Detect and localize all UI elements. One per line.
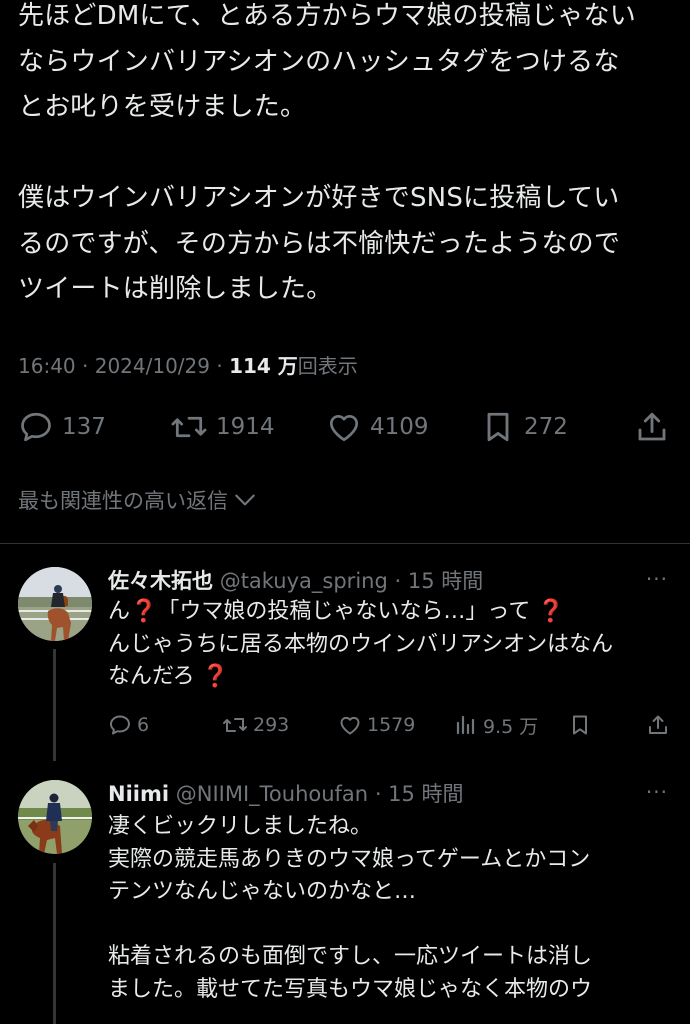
tweet-line xyxy=(18,131,678,177)
display-name[interactable]: 佐々木拓也 xyxy=(108,569,213,593)
reply-line: テンツなんじゃないのかなと… xyxy=(108,879,417,904)
display-name[interactable]: Niimi xyxy=(108,782,169,806)
bookmark-button[interactable] xyxy=(568,710,592,740)
thread-line xyxy=(53,649,56,761)
red-question-mark-emoji: ❓ xyxy=(201,664,230,689)
view-count-label: 回表示 xyxy=(297,354,358,378)
share-icon xyxy=(649,715,667,734)
meta-separator: · xyxy=(216,354,223,378)
like-button[interactable]: 1579 xyxy=(338,710,415,740)
reply-icon xyxy=(110,715,130,735)
view-count: 9.5 万 xyxy=(483,715,539,738)
more-options-icon[interactable]: ··· xyxy=(646,567,668,591)
reply-line: なんだろ ❓ xyxy=(108,661,678,694)
share-button[interactable] xyxy=(646,710,670,740)
reply-line xyxy=(108,909,678,942)
reply-text-segment: なんだろ xyxy=(108,664,195,689)
tweet-line: ツイートは削除しました。 xyxy=(18,274,333,304)
avatar[interactable] xyxy=(18,567,92,641)
reply-actions: 6 293 1579 9.5 万 xyxy=(0,710,690,740)
meta-separator: · xyxy=(82,354,89,378)
repost-button[interactable]: 293 xyxy=(222,710,289,740)
section-divider xyxy=(0,543,690,544)
reply-sort-selector[interactable]: 最も関連性の高い返信 xyxy=(18,485,258,515)
view-count[interactable]: 114 万 xyxy=(229,354,298,378)
reply-line: ん❓「ウマ娘の投稿じゃないなら…」って ❓ xyxy=(108,596,678,629)
reply-line: ました。載せてた写真もウマ娘じゃなく本物のウ xyxy=(108,976,593,1002)
like-count: 4109 xyxy=(370,414,429,440)
reply-button[interactable]: 137 xyxy=(18,405,106,449)
repost-count: 293 xyxy=(253,714,290,736)
tweet-text: 先ほどDMにて、とある方からウマ娘の投稿じゃない ならウインバリアシオンのハッシ… xyxy=(18,0,678,313)
user-handle[interactable]: @takuya_spring xyxy=(220,569,388,593)
reply-text: 凄くビックリしましたね。 実際の競走馬ありきのウマ娘ってゲームとかコン テンツな… xyxy=(108,811,678,1006)
thread-line xyxy=(53,863,56,1024)
reply-text-segment: 「ウマ娘の投稿じゃないなら…」って xyxy=(157,599,531,624)
like-count: 1579 xyxy=(367,714,416,736)
more-options-icon[interactable]: ··· xyxy=(646,780,668,804)
tweet-line: 先ほどDMにて、とある方からウマ娘の投稿じゃない xyxy=(18,1,636,31)
reply-text: ん❓「ウマ娘の投稿じゃないなら…」って ❓ んじゃうちに居る本物のウインバリアシ… xyxy=(108,596,678,694)
tweet-line: 僕はウインバリアシオンが好きでSNSに投稿してい xyxy=(18,183,620,213)
analytics-icon xyxy=(456,715,475,735)
red-question-mark-emoji: ❓ xyxy=(130,599,158,624)
avatar[interactable] xyxy=(18,780,92,854)
bookmark-icon xyxy=(573,715,587,735)
like-icon xyxy=(329,414,359,442)
reply-text-segment: ん xyxy=(108,599,131,624)
reply-button[interactable]: 6 xyxy=(108,710,149,740)
bookmark-icon xyxy=(487,412,509,442)
like-button[interactable]: 4109 xyxy=(326,405,429,449)
like-icon xyxy=(340,716,360,735)
repost-count: 1914 xyxy=(216,414,275,440)
repost-button[interactable]: 1914 xyxy=(170,405,275,449)
reply-line: 実際の競走馬ありきのウマ娘ってゲームとかコン xyxy=(108,846,591,872)
reply-header: 佐々木拓也 @takuya_spring · 15 時間 xyxy=(108,565,483,595)
user-handle[interactable]: @NIIMI_Touhoufan xyxy=(176,782,368,806)
repost-icon xyxy=(223,718,247,732)
tweet-time[interactable]: 16:40 xyxy=(18,354,76,378)
reply-count: 6 xyxy=(137,714,150,736)
tweet-meta: 16:40 · 2024/10/29 · 114 万回表示 xyxy=(18,350,358,379)
reply-line: 粘着されるのも面倒ですし、一応ツイートは消し xyxy=(108,944,593,969)
reply-count: 137 xyxy=(62,414,106,440)
tweet-date[interactable]: 2024/10/29 xyxy=(95,354,210,378)
bookmark-count: 272 xyxy=(524,414,568,440)
reply-time[interactable]: · 15 時間 xyxy=(375,782,464,806)
tweet-line: るのですが、その方からは不愉快だったようなので xyxy=(18,228,621,259)
tweet-line: ならウインバリアシオンのハッシュタグをつけるな xyxy=(18,46,620,77)
reply-time[interactable]: · 15 時間 xyxy=(394,569,483,593)
views-button[interactable]: 9.5 万 xyxy=(454,710,538,740)
chevron-down-icon xyxy=(235,494,255,506)
share-button[interactable] xyxy=(634,405,670,449)
reply-header: Niimi @NIIMI_Touhoufan · 15 時間 xyxy=(108,778,464,808)
reply-sort-label: 最も関連性の高い返信 xyxy=(18,489,228,513)
reply-icon xyxy=(21,412,51,442)
reply-line: んじゃうちに居る本物のウインバリアシオンはなん xyxy=(108,631,614,657)
tweet-line: とお叱りを受けました。 xyxy=(18,92,307,122)
tweet-actions: 137 1914 4109 272 xyxy=(0,405,690,449)
repost-icon xyxy=(171,416,207,438)
red-question-mark-emoji: ❓ xyxy=(537,599,565,624)
share-icon xyxy=(638,412,666,441)
bookmark-button[interactable]: 272 xyxy=(480,405,568,449)
reply-line: 凄くビックリしましたね。 xyxy=(108,814,373,839)
